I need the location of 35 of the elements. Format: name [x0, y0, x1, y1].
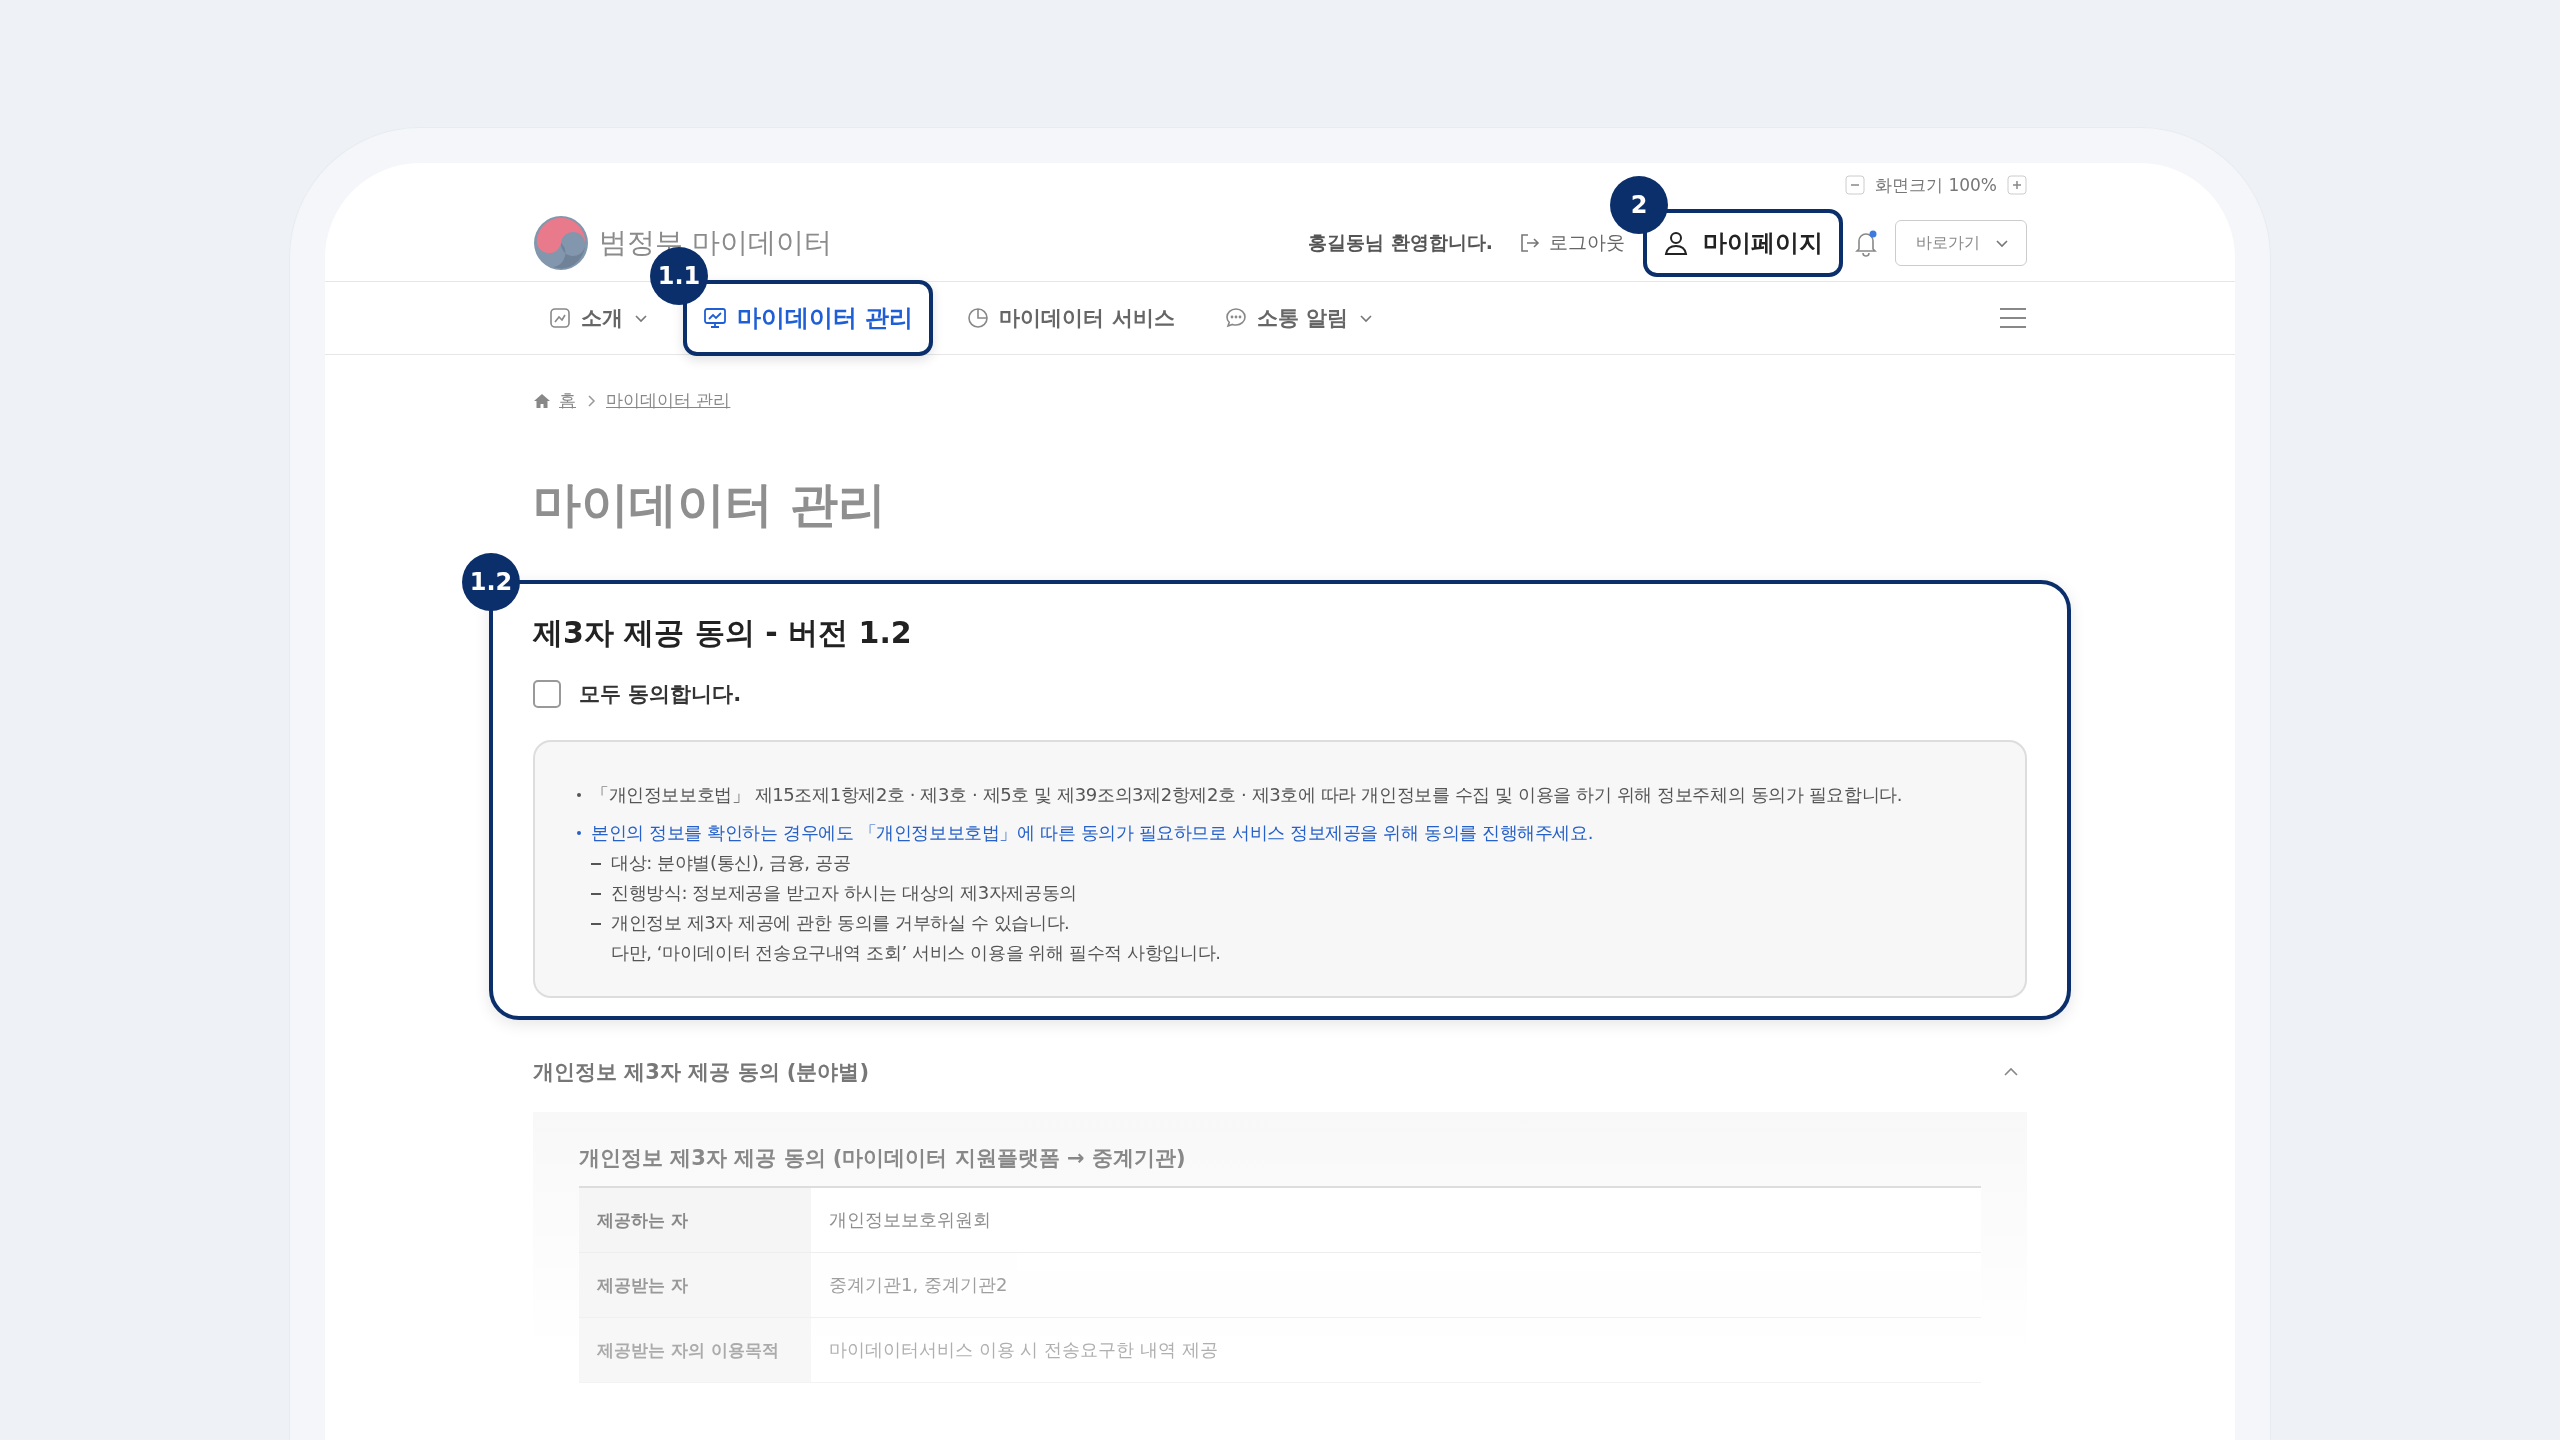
logout-icon [1519, 232, 1541, 254]
checkbox[interactable] [533, 680, 561, 708]
page-title: 마이데이터 관리 [533, 475, 887, 534]
chat-icon [1224, 307, 1247, 329]
pie-chart-icon [967, 307, 990, 329]
plus-icon[interactable] [2007, 175, 2027, 195]
home-icon[interactable] [533, 391, 551, 410]
logo-icon [533, 215, 589, 271]
chart-icon [549, 307, 571, 329]
minus-icon[interactable] [1845, 175, 1865, 195]
section-title: 제3자 제공 동의 - 버전 1.2 [533, 614, 913, 652]
breadcrumb-link[interactable]: 홈 [559, 389, 576, 412]
nav-tab[interactable]: 소통 알림 [1208, 286, 1390, 350]
zoom-label: 화면크기 100% [1875, 173, 1997, 197]
notice-text: 진행방식: 정보제공을 받고자 하시는 대상의 제3자제공동의 [577, 878, 1995, 908]
annotation-badge: 2 [1610, 176, 1668, 234]
annotation-badge: 1.2 [462, 553, 520, 611]
nav-tab[interactable]: 마이데이터 서비스 [951, 286, 1191, 350]
menu-icon[interactable] [1999, 307, 2027, 329]
notice-text: 대상: 분야별(통신), 금융, 공공 [577, 848, 1995, 878]
shortcut-dropdown[interactable]: 바로가기 [1895, 220, 2027, 266]
presentation-chart-icon [703, 306, 727, 330]
table-header-cell: 제공받는 자의 이용목적 [579, 1318, 811, 1382]
accordion-title[interactable]: 개인정보 제3자 제공 동의 (분야별) [533, 1058, 870, 1086]
notice-text: 본인의 정보를 확인하는 경우에도 「개인정보보호법」에 따른 동의가 필요하므로 서비스 정보제공을 위해 동의를 진행해주세요. [577, 818, 1995, 848]
person-icon [1663, 230, 1689, 256]
notice-text: 「개인정보보호법」 제15조제1항제2호 · 제3호 · 제5호 및 제39조의3제2항제2호 · 제3호에 따라 개인정보를 수집 및 이용을 하기 위해 정보주체의 동의가 필요합니다. [577, 780, 1995, 810]
table-header-cell: 제공받는 자 [579, 1253, 811, 1317]
table-cell: 개인정보보호위원회 [811, 1188, 1981, 1252]
table-header-cell: 제공하는 자 [579, 1188, 811, 1252]
welcome-text: 홍길동님 환영합니다. [1308, 230, 1493, 255]
breadcrumb-link[interactable]: 마이데이터 관리 [606, 389, 731, 412]
bell-icon[interactable] [1853, 229, 1879, 257]
checkbox-label[interactable]: 모두 동의합니다. [579, 680, 742, 708]
notice-text: 개인정보 제3자 제공에 관한 동의를 거부하실 수 있습니다. 다만, ‘마이데이터 전송요구내역 조회’ 서비스 이용을 위해 필수적 사항입니다. [577, 908, 1995, 968]
